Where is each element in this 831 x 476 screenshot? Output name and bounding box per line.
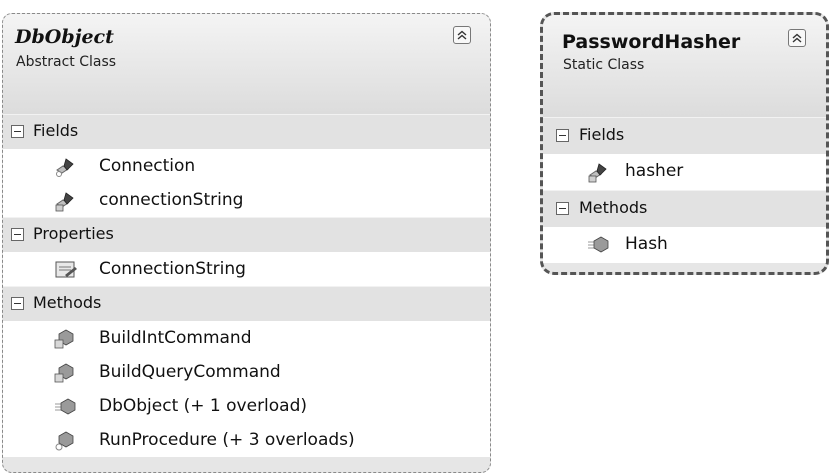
section-label: Properties [33,224,114,243]
public-method-icon [53,396,77,423]
collapse-minus-icon[interactable] [11,297,24,310]
class-stereotype: Static Class [563,57,645,73]
member-row[interactable]: BuildQueryCommand [3,355,490,389]
private-field-icon [586,161,610,188]
property-icon [53,259,79,286]
section-properties[interactable]: Properties [3,217,490,252]
member-label: BuildQueryCommand [99,362,281,382]
class-name: PasswordHasher [562,31,741,53]
section-methods[interactable]: Methods [3,286,490,321]
class-header: DbObject Abstract Class [3,14,490,114]
member-label: connectionString [99,190,244,210]
section-label: Fields [33,121,79,140]
protected-method-icon [53,430,77,457]
section-label: Methods [33,293,102,312]
member-label: hasher [625,161,684,181]
collapse-minus-icon[interactable] [11,228,24,241]
member-row[interactable]: BuildIntCommand [3,321,490,355]
collapse-minus-icon[interactable] [556,202,569,215]
member-label: RunProcedure (+ 3 overloads) [99,430,355,450]
member-row[interactable]: connectionString [3,183,490,217]
member-row[interactable]: Connection [3,149,490,183]
class-name: DbObject [15,26,114,48]
member-row[interactable]: RunProcedure (+ 3 overloads) [3,423,490,457]
member-label: BuildIntCommand [99,328,252,348]
section-label: Fields [579,125,625,144]
member-label: DbObject (+ 1 overload) [99,396,308,416]
class-stereotype: Abstract Class [16,54,117,70]
member-label: Hash [625,234,668,254]
member-label: Connection [99,156,196,176]
section-methods[interactable]: Methods [543,190,826,227]
section-label: Methods [579,198,648,217]
member-row[interactable]: Hash [543,227,826,263]
section-fields[interactable]: Fields [543,117,826,154]
private-field-icon [53,190,77,217]
section-fields[interactable]: Fields [3,114,490,149]
class-shape-passwordhasher[interactable]: PasswordHasher Static Class Fields hashe… [540,12,829,275]
private-method-icon [53,328,77,355]
collapse-minus-icon[interactable] [11,125,24,138]
member-row[interactable]: hasher [543,154,826,190]
protected-field-icon [53,156,77,183]
member-label: ConnectionString [99,259,246,279]
class-header: PasswordHasher Static Class [543,15,826,117]
member-row[interactable]: ConnectionString [3,252,490,286]
collapse-chevron-icon[interactable] [788,29,806,47]
public-method-icon [586,234,610,261]
collapse-chevron-icon[interactable] [453,26,471,44]
member-row[interactable]: DbObject (+ 1 overload) [3,389,490,423]
class-shape-dbobject[interactable]: DbObject Abstract Class Fields Connectio… [2,13,491,473]
private-method-icon [53,362,77,389]
collapse-minus-icon[interactable] [556,129,569,142]
